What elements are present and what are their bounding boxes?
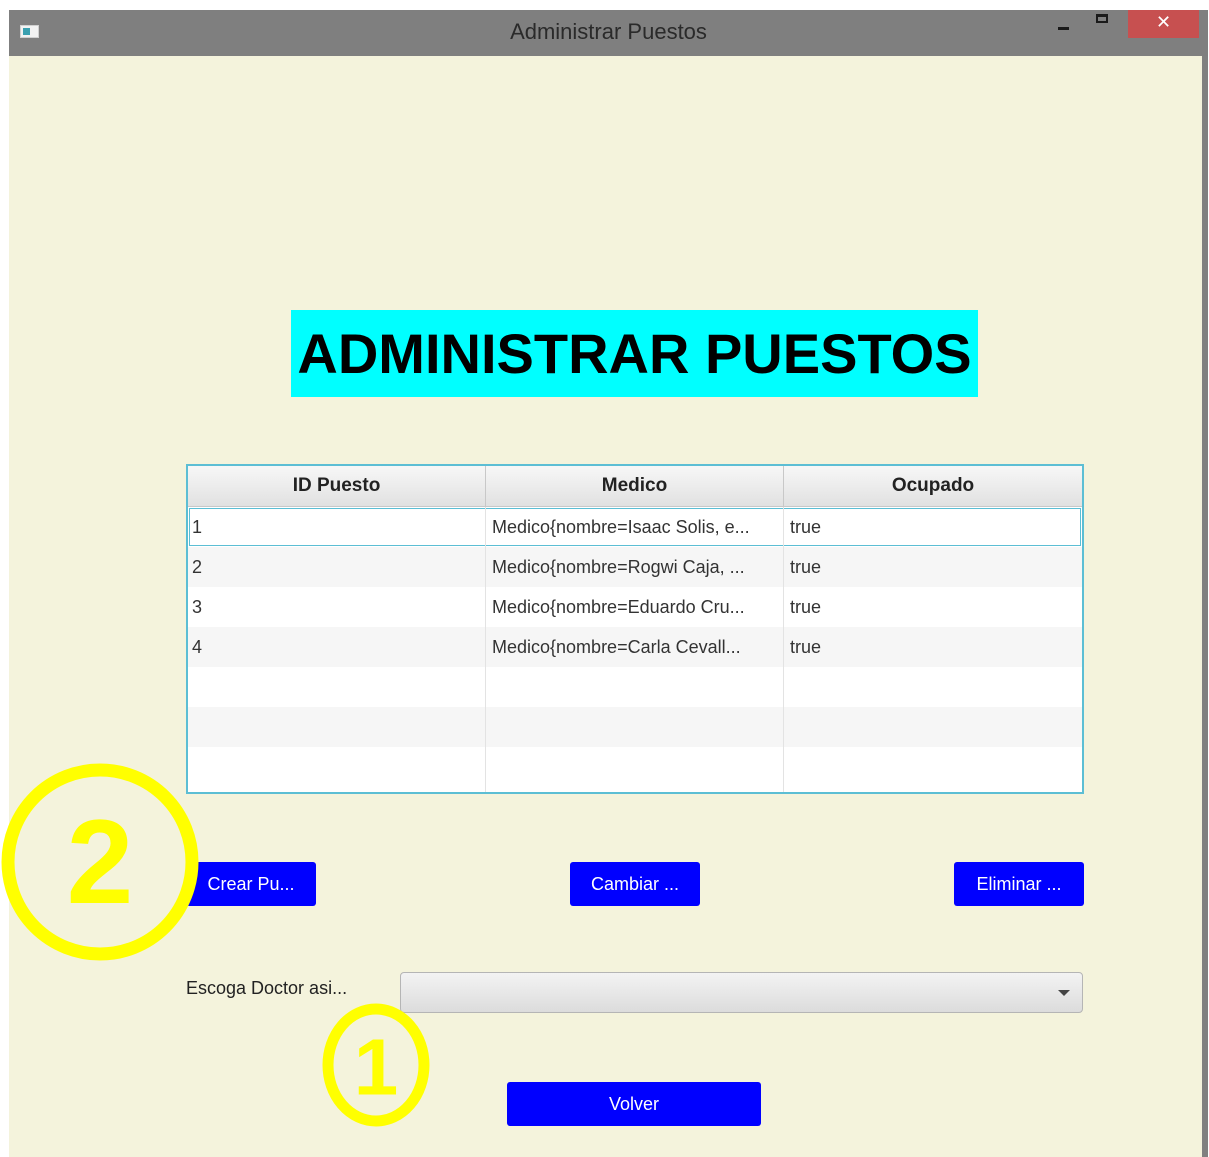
cell-id: 3 xyxy=(188,587,486,627)
eliminar-button[interactable]: Eliminar ... xyxy=(954,862,1084,906)
cell-ocupado: true xyxy=(790,517,822,537)
column-header-ocupado[interactable]: Ocupado xyxy=(784,466,1082,506)
cell-ocupado: true xyxy=(790,597,822,617)
table-row[interactable]: 4 Medico{nombre=Carla Cevall... true xyxy=(188,627,1082,667)
table-row[interactable]: 1 Medico{nombre=Isaac Solis, e... true xyxy=(188,507,1082,547)
close-button[interactable]: ✕ xyxy=(1128,10,1199,38)
table-header: ID Puesto Medico Ocupado xyxy=(188,466,1082,507)
table-row-empty[interactable] xyxy=(188,667,1082,707)
cell-id: 1 xyxy=(188,507,486,547)
cell-id: 4 xyxy=(188,627,486,667)
doctor-combo-label: Escoga Doctor asi... xyxy=(186,978,348,998)
doctor-combo-box[interactable] xyxy=(400,972,1083,1013)
minimize-button[interactable] xyxy=(1049,10,1079,40)
table-row-empty[interactable] xyxy=(188,747,1082,792)
column-header-medico[interactable]: Medico xyxy=(486,466,784,506)
cell-id: 2 xyxy=(188,547,486,587)
title-bar[interactable]: Administrar Puestos ✕ xyxy=(9,10,1208,56)
table-row[interactable]: 2 Medico{nombre=Rogwi Caja, ... true xyxy=(188,547,1082,587)
volver-button[interactable]: Volver xyxy=(507,1082,761,1126)
page-title: ADMINISTRAR PUESTOS xyxy=(291,310,978,397)
chevron-down-icon[interactable] xyxy=(1058,990,1070,996)
cell-medico: Medico{nombre=Carla Cevall... xyxy=(486,627,784,667)
app-window: Administrar Puestos ✕ ADMINISTRAR PUESTO… xyxy=(9,10,1208,1157)
cell-medico: Medico{nombre=Isaac Solis, e... xyxy=(486,507,784,547)
cambiar-button[interactable]: Cambiar ... xyxy=(570,862,700,906)
window-title: Administrar Puestos xyxy=(510,19,707,44)
cell-medico: Medico{nombre=Eduardo Cru... xyxy=(486,587,784,627)
maximize-button[interactable] xyxy=(1087,10,1117,40)
cell-medico: Medico{nombre=Rogwi Caja, ... xyxy=(486,547,784,587)
table-row-empty[interactable] xyxy=(188,707,1082,747)
crear-puesto-button[interactable]: Crear Pu... xyxy=(186,862,316,906)
puestos-table[interactable]: ID Puesto Medico Ocupado 1 Medico{nombre… xyxy=(186,464,1084,794)
cell-ocupado: true xyxy=(790,637,822,657)
cell-ocupado: true xyxy=(790,557,822,577)
column-header-id-puesto[interactable]: ID Puesto xyxy=(188,466,486,506)
main-content: ADMINISTRAR PUESTOS ID Puesto Medico Ocu… xyxy=(9,56,1202,1157)
table-row[interactable]: 3 Medico{nombre=Eduardo Cru... true xyxy=(188,587,1082,627)
